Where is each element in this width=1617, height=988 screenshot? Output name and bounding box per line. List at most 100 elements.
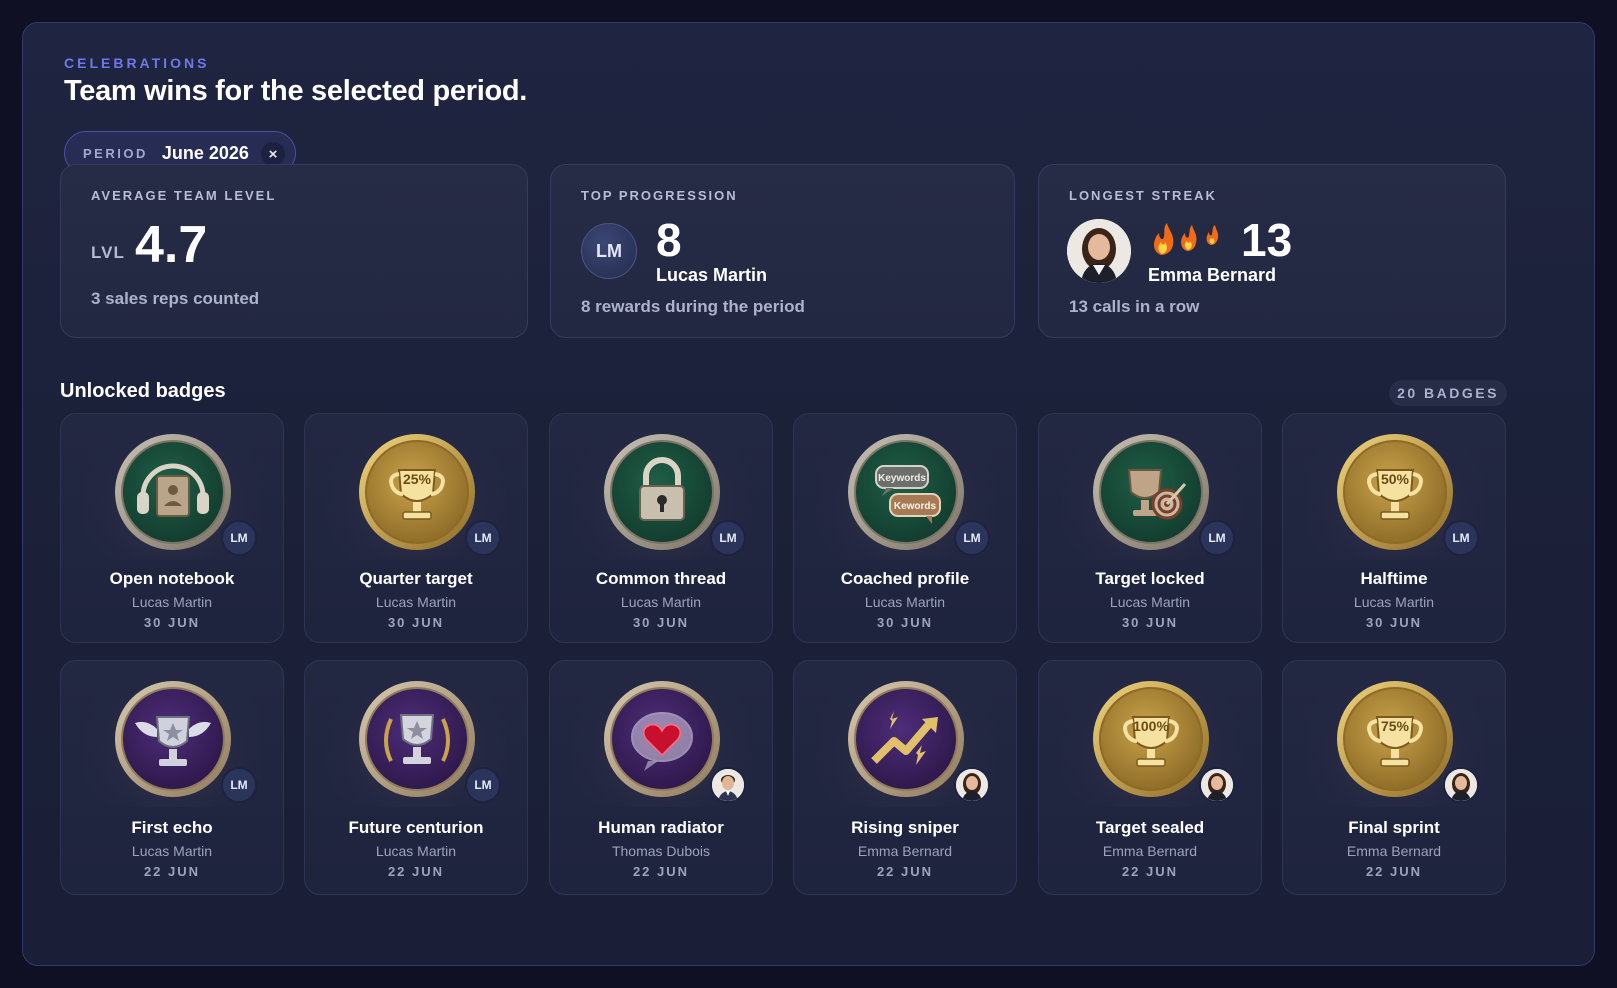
headphones-notebook-icon	[115, 434, 231, 550]
medal-text-secondary: Kewords	[894, 501, 937, 512]
stat-subtext: 3 sales reps counted	[91, 289, 260, 308]
rising-arrow-icon	[848, 681, 964, 797]
trophy-target-icon	[1093, 434, 1209, 550]
badge-card[interactable]: 25% LM Quarter target Lucas Martin 30 JUN	[304, 413, 528, 643]
heart-bubble-icon	[604, 681, 720, 797]
person-name: Emma Bernard	[1148, 265, 1277, 285]
laurel-trophy-icon	[359, 681, 475, 797]
stat-subtext: 13 calls in a row	[1069, 297, 1200, 316]
badge-date: 30 JUN	[632, 615, 690, 630]
badge-card[interactable]: Rising sniper Emma Bernard 22 JUN	[793, 660, 1017, 895]
avatar	[1067, 219, 1131, 283]
avatar	[1199, 767, 1235, 803]
badge-date: 22 JUN	[1365, 864, 1423, 879]
period-filter-label: PERIOD	[83, 145, 148, 161]
avatar: LM	[710, 520, 746, 556]
badge-date: 22 JUN	[632, 864, 690, 879]
avatar	[710, 767, 746, 803]
badge-owner: Emma Bernard	[1346, 843, 1442, 859]
stat-subtext: 8 rewards during the period	[581, 297, 805, 316]
badge-name: Rising sniper	[851, 818, 959, 837]
section-eyebrow: CELEBRATIONS	[64, 55, 210, 71]
avatar: LM	[465, 767, 501, 803]
badge-card[interactable]: Human radiator Thomas Dubois 22 JUN	[549, 660, 773, 895]
streak-value: 13	[1241, 214, 1293, 266]
avatar: LM	[221, 767, 257, 803]
badge-date: 30 JUN	[143, 615, 201, 630]
badge-name: Target sealed	[1095, 818, 1205, 837]
badge-card[interactable]: 100% Target sealed Emma Bernard 22 JUN	[1038, 660, 1262, 895]
badge-card[interactable]: LM First echo Lucas Martin 22 JUN	[60, 660, 284, 895]
avatar	[954, 767, 990, 803]
badge-card[interactable]: 75% Final sprint Emma Bernard 22 JUN	[1282, 660, 1506, 895]
medal-text: 100%	[1133, 718, 1169, 734]
avatar: LM	[465, 520, 501, 556]
badge-card[interactable]: LM Common thread Lucas Martin 30 JUN	[549, 413, 773, 643]
badge-card[interactable]: LM Target locked Lucas Martin 30 JUN	[1038, 413, 1262, 643]
badge-count-pill: 20 BADGES	[1389, 380, 1507, 406]
trophy-progress-icon: 50%	[1337, 434, 1453, 550]
level-prefix: LVL	[91, 243, 125, 262]
badge-name: Coached profile	[840, 569, 970, 588]
stat-card-average-level: AVERAGE TEAM LEVEL LVL 4.7 3 sales reps …	[60, 164, 528, 338]
progression-value: 8	[656, 214, 682, 266]
badge-date: 30 JUN	[387, 615, 445, 630]
medal-text: Keywords	[878, 473, 926, 484]
average-level-value: 4.7	[135, 216, 208, 274]
avatar: LM	[1199, 520, 1235, 556]
badge-owner: Lucas Martin	[1353, 594, 1435, 610]
close-icon[interactable]: ×	[261, 142, 285, 166]
badge-owner: Lucas Martin	[620, 594, 702, 610]
stat-card-longest-streak: LONGEST STREAK 13 Emma Bernard 13 calls …	[1038, 164, 1506, 338]
badge-name: First echo	[131, 818, 213, 837]
badge-card[interactable]: LM Open notebook Lucas Martin 30 JUN	[60, 413, 284, 643]
badge-name: Future centurion	[348, 818, 484, 837]
medal-text: 25%	[403, 471, 432, 487]
padlock-icon	[604, 434, 720, 550]
badge-owner: Lucas Martin	[375, 594, 457, 610]
badge-owner: Emma Bernard	[857, 843, 953, 859]
badge-date: 22 JUN	[143, 864, 201, 879]
badge-card[interactable]: 50% LM Halftime Lucas Martin 30 JUN	[1282, 413, 1506, 643]
speech-bubbles-icon: Keywords Kewords	[848, 434, 964, 550]
badge-date: 30 JUN	[876, 615, 934, 630]
medal-text: 75%	[1381, 718, 1410, 734]
badge-card[interactable]: LM Future centurion Lucas Martin 22 JUN	[304, 660, 528, 895]
badge-owner: Lucas Martin	[864, 594, 946, 610]
badge-name: Human radiator	[598, 818, 724, 837]
badge-date: 30 JUN	[1121, 615, 1179, 630]
trophy-speed-icon: 75%	[1337, 681, 1453, 797]
badge-owner: Lucas Martin	[1109, 594, 1191, 610]
medal-text: 50%	[1381, 471, 1410, 487]
badge-owner: Lucas Martin	[375, 843, 457, 859]
badge-name: Quarter target	[359, 569, 473, 588]
trophy-flag-icon: 25%	[359, 434, 475, 550]
badge-name: Final sprint	[1348, 818, 1440, 837]
badge-date: 30 JUN	[1365, 615, 1423, 630]
badge-name: Target locked	[1095, 569, 1205, 588]
avatar	[1443, 767, 1479, 803]
badge-owner: Emma Bernard	[1102, 843, 1198, 859]
period-filter-value: June 2026	[161, 142, 249, 163]
avatar: LM	[954, 520, 990, 556]
badge-name: Common thread	[595, 569, 727, 588]
trophy-ribbon-icon: 100%	[1093, 681, 1209, 797]
badge-name: Open notebook	[109, 569, 235, 588]
badge-name: Halftime	[1360, 569, 1428, 588]
badge-owner: Lucas Martin	[131, 594, 213, 610]
badge-card[interactable]: Keywords Kewords LM Coached profile Lucas Ma…	[793, 413, 1017, 643]
fire-icon	[1149, 221, 1225, 257]
stat-card-top-progression: TOP PROGRESSION LM 8 Lucas Martin 8 rewa…	[550, 164, 1015, 338]
page-title: Team wins for the selected period.	[64, 75, 528, 107]
stat-label: LONGEST STREAK	[1069, 188, 1217, 203]
badge-owner: Thomas Dubois	[611, 843, 711, 859]
stat-label: AVERAGE TEAM LEVEL	[91, 188, 277, 203]
badge-date: 22 JUN	[387, 864, 445, 879]
badge-date: 22 JUN	[876, 864, 934, 879]
stat-label: TOP PROGRESSION	[581, 188, 738, 203]
badge-owner: Lucas Martin	[131, 843, 213, 859]
winged-trophy-icon	[115, 681, 231, 797]
badge-date: 22 JUN	[1121, 864, 1179, 879]
avatar: LM	[1443, 520, 1479, 556]
avatar: LM	[581, 223, 637, 279]
